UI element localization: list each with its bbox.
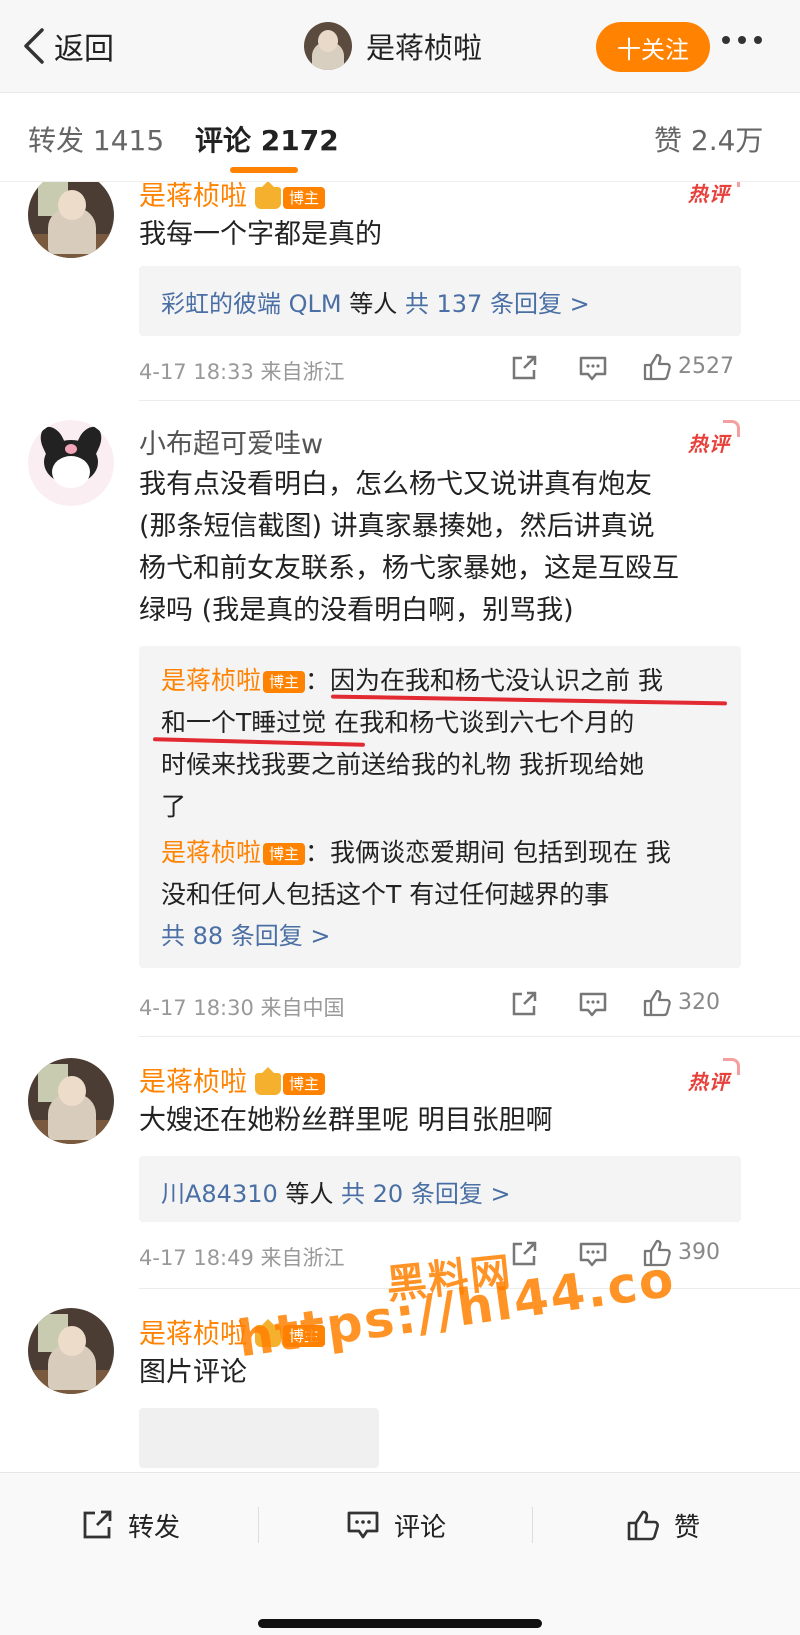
share-icon[interactable] [510, 354, 538, 382]
repost-label: 转发 [128, 1512, 181, 1543]
reply-summary-box[interactable]: 川A84310 等人 共 20 条回复 > [139, 1156, 741, 1222]
hot-comment-tag: 热评 [688, 182, 740, 207]
avatar[interactable] [28, 1308, 114, 1394]
like-label: 赞 [674, 1512, 701, 1543]
avatar[interactable] [28, 1058, 114, 1144]
hot-comment-tag: 热评 [688, 1058, 740, 1095]
crown-icon [255, 1066, 281, 1095]
comment-text: 我有点没看明白，怎么杨弋又说讲真有炮友 (那条短信截图) 讲真家暴揍她，然后讲真… [139, 469, 679, 626]
share-icon [83, 1510, 112, 1539]
host-badge: 博主 [283, 1072, 326, 1095]
comment-actions: 320 [510, 986, 760, 1026]
crown-icon [255, 182, 281, 209]
divider [532, 1507, 533, 1543]
comment-username[interactable]: 小布超可爱哇w [139, 422, 323, 461]
reply-summary[interactable]: 川A84310 等人 共 20 条回复 > [161, 1174, 511, 1209]
image-comment-thumbnail[interactable] [139, 1408, 379, 1468]
page-title-text: 是蒋桢啦 [366, 31, 483, 65]
reply-summary-box[interactable]: 彩虹的彼端 QLM 等人 共 137 条回复 > [139, 266, 741, 336]
thumbs-up-icon[interactable] [642, 988, 672, 1018]
thumbs-up-icon [627, 1510, 659, 1541]
divider [258, 1507, 259, 1543]
divider [139, 1036, 800, 1037]
like-button[interactable]: 赞 [626, 1503, 700, 1547]
reply-item[interactable]: 是蒋桢啦 博主 ：我俩谈恋爱期间 包括到现在 我 没和任何人包括这个T 有过任何越界… [161, 832, 731, 916]
comment-text: 我每一个字都是真的 [139, 219, 382, 250]
comment-username[interactable]: 是蒋桢啦 博主 [139, 182, 326, 213]
tab-bar: 转发 1415 评论 2172 赞 2.4万 [0, 92, 800, 182]
host-badge: 博主 [263, 671, 306, 693]
hot-comment-tag: 热评 [688, 420, 740, 457]
home-indicator[interactable] [258, 1619, 542, 1628]
like-count: 320 [678, 990, 720, 1015]
comment-icon[interactable] [578, 354, 608, 382]
like-count: 390 [678, 1240, 720, 1265]
reply-username[interactable]: 是蒋桢啦 [161, 666, 261, 695]
reply-item[interactable]: 是蒋桢啦 博主 ：因为在我和杨弋没认识之前 我 和一个T睡过觉 在我和杨弋谈到六七个… [161, 660, 731, 828]
thumbs-up-icon[interactable] [642, 352, 672, 382]
comment-label: 评论 [394, 1512, 447, 1543]
comment-username[interactable]: 是蒋桢啦 博主 [139, 1060, 326, 1099]
share-icon[interactable] [510, 1240, 538, 1268]
repost-button[interactable]: 转发 [80, 1503, 180, 1547]
follow-button[interactable]: 十关注 [596, 22, 710, 72]
avatar [304, 22, 352, 70]
host-badge: 博主 [263, 843, 306, 865]
comment-text: 大嫂还在她粉丝群里呢 明目张胆啊 [139, 1105, 553, 1136]
reply-more-link[interactable]: 共 88 条回复 > [161, 916, 331, 951]
reply-summary[interactable]: 彩虹的彼端 QLM 等人 共 137 条回复 > [161, 284, 590, 319]
chevron-left-icon [24, 28, 44, 64]
comment-text: 图片评论 [139, 1357, 247, 1388]
avatar[interactable] [28, 182, 114, 258]
avatar[interactable] [28, 420, 114, 506]
comment-button[interactable]: 评论 [346, 1503, 446, 1547]
share-icon[interactable] [510, 990, 538, 1018]
host-badge: 博主 [283, 186, 326, 209]
comment-icon [347, 1511, 379, 1539]
comment-meta: 4-17 18:30 来自中国 [139, 996, 345, 1020]
divider [139, 400, 800, 401]
tab-active-indicator [230, 167, 298, 173]
comment-meta: 4-17 18:49 来自浙江 [139, 1246, 345, 1270]
comment-meta: 4-17 18:33 来自浙江 [139, 360, 345, 384]
more-icon[interactable] [722, 36, 762, 44]
comment-icon[interactable] [578, 990, 608, 1018]
top-nav: 返回 是蒋桢啦 十关注 [0, 0, 800, 92]
tab-like[interactable]: 赞 2.4万 [654, 119, 763, 159]
like-count: 2527 [678, 354, 734, 379]
bottom-action-bar: 转发 评论 赞 [0, 1472, 800, 1635]
tab-repost[interactable]: 转发 1415 [28, 119, 164, 159]
reply-username[interactable]: 是蒋桢啦 [161, 838, 261, 867]
back-button[interactable]: 返回 [20, 22, 114, 70]
back-label: 返回 [54, 32, 114, 67]
comment-actions: 2527 [510, 350, 760, 390]
page-title[interactable]: 是蒋桢啦 [304, 20, 482, 72]
reply-thread-box[interactable]: 是蒋桢啦 博主 ：因为在我和杨弋没认识之前 我 和一个T睡过觉 在我和杨弋谈到六七个… [139, 646, 741, 968]
tab-comment[interactable]: 评论 2172 [195, 119, 339, 159]
